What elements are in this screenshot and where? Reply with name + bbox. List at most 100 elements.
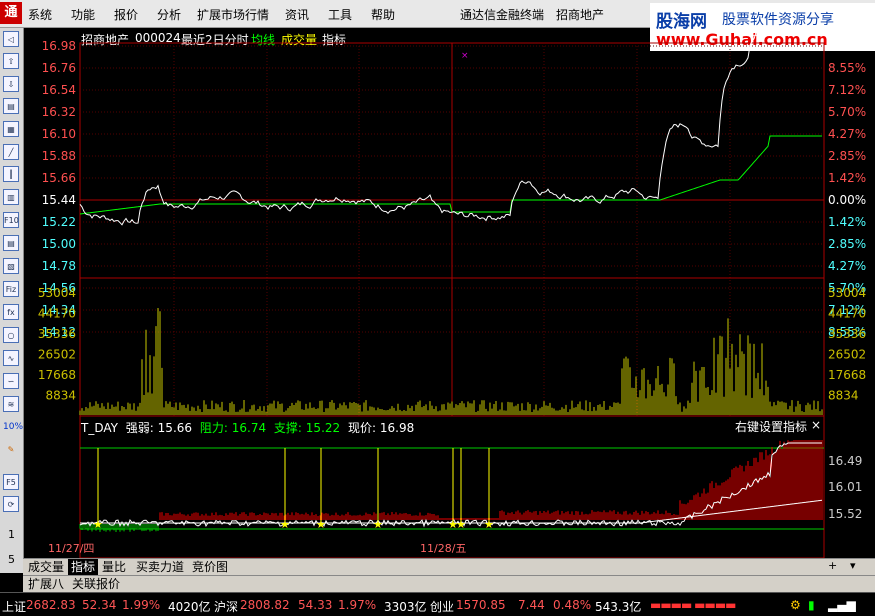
volume-bars xyxy=(79,308,823,415)
period-5[interactable]: 5 xyxy=(8,553,15,566)
menu-function[interactable]: 功能 xyxy=(71,6,95,23)
up-arrow-icon[interactable]: ⇧ xyxy=(3,53,19,69)
circle-icon[interactable]: ○ xyxy=(3,327,19,343)
sh-value: 2682.83 xyxy=(26,598,76,612)
tab-buy-sell[interactable]: 买卖力道 xyxy=(133,559,187,575)
f10-icon[interactable]: F10 xyxy=(3,212,19,228)
tab-volume-ratio[interactable]: 量比 xyxy=(99,559,129,575)
f5-icon[interactable]: F5 xyxy=(3,474,19,490)
price-line xyxy=(79,28,823,226)
period-1[interactable]: 1 xyxy=(8,528,15,541)
table-icon[interactable]: ▤ xyxy=(3,235,19,251)
indicator-price-line xyxy=(79,442,822,528)
wave-icon[interactable]: ∿ xyxy=(3,350,19,366)
support-label: 支撑: xyxy=(273,421,302,435)
market-meter-icon: ▬▬▬▬ ▬▬▬▬ xyxy=(650,598,737,612)
trend-icon[interactable]: ∽ xyxy=(3,373,19,389)
volume-tick-left: 26502 xyxy=(38,348,76,362)
period-15[interactable]: 15 xyxy=(5,576,19,589)
price-tick-left: 15.88 xyxy=(42,149,76,163)
price-tick-right: 4.27% xyxy=(828,259,866,273)
app-logo[interactable]: 通 xyxy=(0,2,22,24)
signal-icon[interactable]: ≋ xyxy=(3,396,19,412)
buy-signal-star: ★ xyxy=(484,518,494,531)
menu-ext-market[interactable]: 扩展市场行情 xyxy=(197,6,269,23)
buy-signal-star: ★ xyxy=(316,518,326,531)
price-tick-right: 1.42% xyxy=(828,215,866,229)
indicator-tick: 15.52 xyxy=(828,507,862,521)
buy-signal-star: ★ xyxy=(280,518,290,531)
menu-tools[interactable]: 工具 xyxy=(328,6,352,23)
tab-volume[interactable]: 成交量 xyxy=(25,559,67,575)
price-tick-left: 16.76 xyxy=(42,61,76,75)
indicator-header: T_DAY 强弱: 15.66 阻力: 16.74 支撑: 15.22 现价: … xyxy=(81,419,414,436)
strength-value: 15.66 xyxy=(157,421,193,435)
sh-pct: 1.99% xyxy=(122,598,161,612)
left-toolbar: ◁ ⇧ ⇩ ▤ ▦ ╱ ┃ ▥ F10 ▤ ▧ Fiz fx ○ ∿ ∽ ≋ 1… xyxy=(0,28,24,589)
price-tick-left: 15.66 xyxy=(42,171,76,185)
price-tick-right: 8.55% xyxy=(828,61,866,75)
price-tick-right: 2.85% xyxy=(828,237,866,251)
kline-icon[interactable]: ┃ xyxy=(3,166,19,182)
grid-icon[interactable]: ▦ xyxy=(3,121,19,137)
tab-ext8[interactable]: 扩展八 xyxy=(25,576,67,592)
percent-icon[interactable]: 10% xyxy=(3,419,23,435)
date-day1: 11/27/四 xyxy=(48,542,95,555)
volume-tick-right: 35336 xyxy=(828,327,866,341)
volume-tick-right: 26502 xyxy=(828,348,866,362)
bar-icon[interactable]: ▥ xyxy=(3,189,19,205)
cy-label: 创业 xyxy=(430,600,455,614)
back-arrow-icon[interactable]: ◁ xyxy=(3,31,19,47)
price-label: 现价: xyxy=(347,421,377,435)
tab-auction[interactable]: 竞价图 xyxy=(189,559,231,575)
report-icon[interactable]: ▤ xyxy=(3,98,19,114)
fiz-icon[interactable]: Fiz xyxy=(3,281,19,297)
hs-amount: 3303亿 xyxy=(384,600,427,614)
hs-value: 2808.82 xyxy=(240,598,290,612)
volume-tick-right: 8834 xyxy=(828,389,859,403)
support-value: 15.22 xyxy=(305,421,341,435)
volume-tick-left: 44170 xyxy=(38,307,76,321)
fx-icon[interactable]: fx xyxy=(3,304,19,320)
menu-quote[interactable]: 报价 xyxy=(114,6,138,23)
app-title: 通达信金融终端 xyxy=(460,8,545,22)
tab-indicator[interactable]: 指标 xyxy=(68,559,99,575)
price-tick-right: 2.85% xyxy=(828,149,866,163)
resistance-label: 阻力: xyxy=(199,421,228,435)
cy-value: 1570.85 xyxy=(456,598,506,612)
refresh-icon[interactable]: ⟳ xyxy=(3,496,19,512)
indicator-tick: 16.01 xyxy=(828,480,862,494)
buy-signal-star: ★ xyxy=(373,518,383,531)
signal-strength-icon: ▂▄▆ xyxy=(828,598,856,612)
chart-canvas[interactable]: 16.98 16.76 16.54 16.32 16.10 15.88 15.66 15.44… xyxy=(23,28,875,558)
tab-related-quote[interactable]: 关联报价 xyxy=(69,576,123,592)
indicator-settings-hint[interactable]: 右键设置指标 xyxy=(735,418,807,435)
volume-tick-left: 17668 xyxy=(38,368,76,382)
menu-help[interactable]: 帮助 xyxy=(371,6,395,23)
line-chart-icon[interactable]: ╱ xyxy=(3,144,19,160)
volume-tick-left: 35336 xyxy=(38,327,76,341)
pencil-icon[interactable]: ✎ xyxy=(3,442,19,458)
scroll-left-icon[interactable]: + xyxy=(828,559,837,572)
volume-tick-left: 53004 xyxy=(38,286,76,300)
scroll-down-icon[interactable]: ▾ xyxy=(850,559,856,572)
sh-amount: 4020亿 xyxy=(168,600,211,614)
price-tick-left: 16.54 xyxy=(42,83,76,97)
bottom-tab-bar: 成交量 指标 量比 买卖力道 竞价图 + ▾ xyxy=(23,558,875,575)
down-arrow-icon[interactable]: ⇩ xyxy=(3,76,19,92)
menu-system[interactable]: 系统 xyxy=(28,6,52,23)
menu-analysis[interactable]: 分析 xyxy=(157,6,181,23)
menu-news[interactable]: 资讯 xyxy=(285,6,309,23)
secondary-tab-bar: 扩展八 关联报价 xyxy=(23,575,875,592)
connection-icon[interactable]: ⚙ xyxy=(790,598,801,612)
price-tick-right: 5.70% xyxy=(828,105,866,119)
grid-lines xyxy=(80,43,824,530)
cy-change: 7.44 xyxy=(518,598,545,612)
sh-label: 上证 xyxy=(2,600,27,614)
intraday-chart[interactable]: 招商地产 000024 最近2日分时 均线 成交量 指标 16.98 16.76 1… xyxy=(23,28,875,573)
list-icon[interactable]: ▧ xyxy=(3,258,19,274)
price-value: 16.98 xyxy=(379,421,415,435)
close-icon[interactable]: × xyxy=(811,418,821,432)
resistance-value: 16.74 xyxy=(231,421,267,435)
hs-change: 54.33 xyxy=(298,598,333,612)
